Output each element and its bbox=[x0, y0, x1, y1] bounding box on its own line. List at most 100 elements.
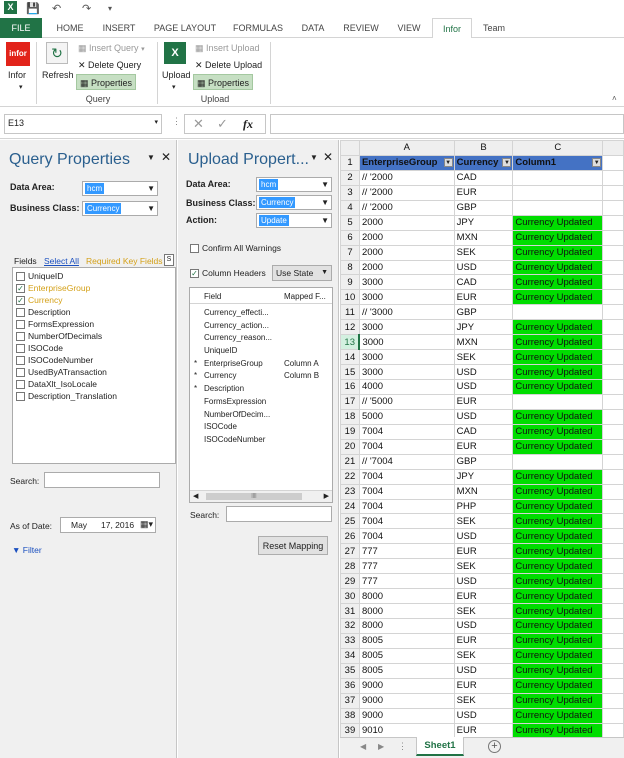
cell-a[interactable]: 2000 bbox=[358, 229, 455, 246]
row-header[interactable]: 24 bbox=[340, 498, 360, 515]
save-icon[interactable]: 💾 bbox=[26, 2, 40, 15]
query-business-class-select[interactable]: Currency ▼ bbox=[82, 201, 158, 216]
cell-a[interactable]: 3000 bbox=[358, 334, 455, 351]
cell-c[interactable]: Currency Updated bbox=[512, 588, 604, 605]
cell-d[interactable] bbox=[602, 498, 624, 515]
tab-infor[interactable]: Infor bbox=[432, 18, 472, 39]
cell-a[interactable]: 4000 bbox=[358, 379, 455, 395]
cell-a[interactable]: 8000 bbox=[358, 603, 455, 619]
cell-d[interactable] bbox=[602, 379, 624, 395]
cell-d[interactable] bbox=[602, 199, 624, 216]
upload-properties-button[interactable]: ▦ Properties bbox=[193, 74, 254, 90]
tab-page-layout[interactable]: PAGE LAYOUT bbox=[148, 18, 222, 38]
row-header[interactable]: 10 bbox=[340, 289, 360, 306]
row-header[interactable]: 14 bbox=[340, 349, 360, 366]
cell-b[interactable]: SEK bbox=[453, 692, 514, 709]
field-mapping-row[interactable]: UniqueID bbox=[190, 345, 332, 358]
close-icon[interactable]: ✕ bbox=[161, 150, 171, 164]
horizontal-scrollbar[interactable]: ◀ |||| ▶ bbox=[190, 490, 332, 502]
cell-b[interactable]: EUR bbox=[453, 677, 514, 694]
cell-d[interactable] bbox=[602, 618, 624, 634]
row-header[interactable]: 21 bbox=[340, 453, 360, 470]
cell-d[interactable] bbox=[602, 438, 624, 455]
cell-b[interactable]: USD bbox=[453, 379, 514, 395]
cell-a[interactable]: 7004 bbox=[358, 483, 455, 500]
cell-c[interactable]: Currency Updated bbox=[512, 214, 604, 231]
cell-c[interactable]: Currency Updated bbox=[512, 543, 604, 560]
cell-b[interactable]: USD bbox=[453, 364, 514, 380]
cell-d[interactable] bbox=[602, 334, 624, 351]
sheet-tab-sheet1[interactable]: Sheet1 bbox=[416, 737, 464, 756]
cell-d[interactable] bbox=[602, 259, 624, 276]
redo-icon[interactable]: ↷ bbox=[82, 2, 91, 15]
field-checkbox[interactable] bbox=[16, 380, 25, 390]
cell-c[interactable]: Currency Updated bbox=[512, 229, 604, 246]
cell-a[interactable]: 777 bbox=[358, 543, 455, 560]
field-checkbox[interactable] bbox=[16, 320, 25, 330]
cell-d[interactable] bbox=[602, 423, 624, 440]
row-header[interactable]: 23 bbox=[340, 483, 360, 500]
cell-d[interactable] bbox=[602, 349, 624, 366]
row-header[interactable]: 12 bbox=[340, 319, 360, 336]
cell-b[interactable]: SEK bbox=[453, 558, 514, 575]
insert-upload-button[interactable]: ▦ Insert Upload bbox=[195, 40, 260, 56]
upload-button[interactable]: Upload bbox=[162, 67, 191, 83]
cell-c[interactable]: Currency Updated bbox=[512, 438, 604, 455]
row-header[interactable]: 36 bbox=[340, 677, 360, 694]
cell-d[interactable] bbox=[602, 662, 624, 679]
row-header[interactable]: 11 bbox=[340, 304, 360, 321]
delete-upload-button[interactable]: ✕ Delete Upload bbox=[195, 57, 262, 73]
cell-b[interactable]: EUR bbox=[453, 438, 514, 455]
cell-c[interactable]: Currency Updated bbox=[512, 558, 604, 575]
upload-data-area-select[interactable]: hcm ▼ bbox=[256, 177, 332, 192]
row-header[interactable]: 17 bbox=[340, 393, 360, 410]
cell-b[interactable]: SEK bbox=[453, 603, 514, 619]
cell-c[interactable]: Currency Updated bbox=[512, 364, 604, 380]
column-headers-checkbox[interactable]: ✓ Column Headers bbox=[190, 268, 266, 279]
cell-a[interactable]: 777 bbox=[358, 558, 455, 575]
column-header-a[interactable]: A bbox=[358, 140, 455, 156]
cell-c[interactable]: Currency Updated bbox=[512, 483, 604, 500]
cell-b[interactable]: USD bbox=[453, 662, 514, 679]
cell-d[interactable] bbox=[602, 169, 624, 186]
cell-c[interactable]: Currency Updated bbox=[512, 379, 604, 395]
cell-b[interactable]: EUR bbox=[453, 632, 514, 649]
row-header[interactable]: 20 bbox=[340, 438, 360, 455]
cell-d[interactable] bbox=[602, 647, 624, 664]
cell-b[interactable]: USD bbox=[453, 408, 514, 425]
fields-menu-icon[interactable]: S bbox=[164, 254, 174, 266]
cell-b[interactable]: EUR bbox=[453, 588, 514, 605]
cell-d[interactable] bbox=[602, 289, 624, 306]
field-checkbox[interactable] bbox=[16, 272, 25, 282]
infor-menu-button[interactable]: Infor bbox=[8, 67, 26, 83]
field-mapping-row[interactable]: ISOCode bbox=[190, 421, 332, 434]
cell-d[interactable] bbox=[602, 603, 624, 619]
cell-a[interactable]: // '3000 bbox=[358, 304, 455, 321]
query-properties-button[interactable]: ▦ Properties bbox=[76, 74, 137, 90]
upload-business-class-select[interactable]: Currency ▼ bbox=[256, 195, 332, 210]
cell-a[interactable]: 2000 bbox=[358, 244, 455, 261]
row-header[interactable]: 5 bbox=[340, 214, 360, 231]
scroll-left-icon[interactable]: ◀ bbox=[360, 742, 366, 751]
cell-d[interactable] bbox=[602, 528, 624, 545]
collapse-ribbon-icon[interactable]: ˄ bbox=[612, 94, 617, 103]
cell-b[interactable]: CAD bbox=[453, 169, 514, 186]
cell-c[interactable]: Currency Updated bbox=[512, 647, 604, 664]
cell-c[interactable] bbox=[512, 304, 604, 321]
query-field-item[interactable]: DataXlt_IsoLocale bbox=[16, 378, 175, 390]
row-header[interactable]: 22 bbox=[340, 468, 360, 485]
scroll-right-icon[interactable]: ▶ bbox=[378, 742, 384, 751]
cell-d[interactable] bbox=[602, 184, 624, 201]
field-mapping-row[interactable]: Currency_reason... bbox=[190, 332, 332, 345]
cell-a[interactable]: 3000 bbox=[358, 319, 455, 336]
cell-a[interactable]: // '2000 bbox=[358, 184, 455, 201]
filter-link[interactable]: ▼ Filter bbox=[12, 545, 42, 555]
cell-b[interactable]: USD bbox=[453, 528, 514, 545]
field-checkbox[interactable] bbox=[16, 344, 25, 354]
row-header[interactable]: 4 bbox=[340, 199, 360, 216]
cell-b[interactable]: SEK bbox=[453, 349, 514, 366]
as-of-date-picker[interactable]: May 17, 2016 ▦▾ bbox=[60, 517, 156, 533]
field-checkbox[interactable] bbox=[16, 368, 25, 378]
query-field-item[interactable]: Description bbox=[16, 306, 175, 318]
filter-dropdown-icon[interactable]: ▼ bbox=[502, 157, 512, 167]
